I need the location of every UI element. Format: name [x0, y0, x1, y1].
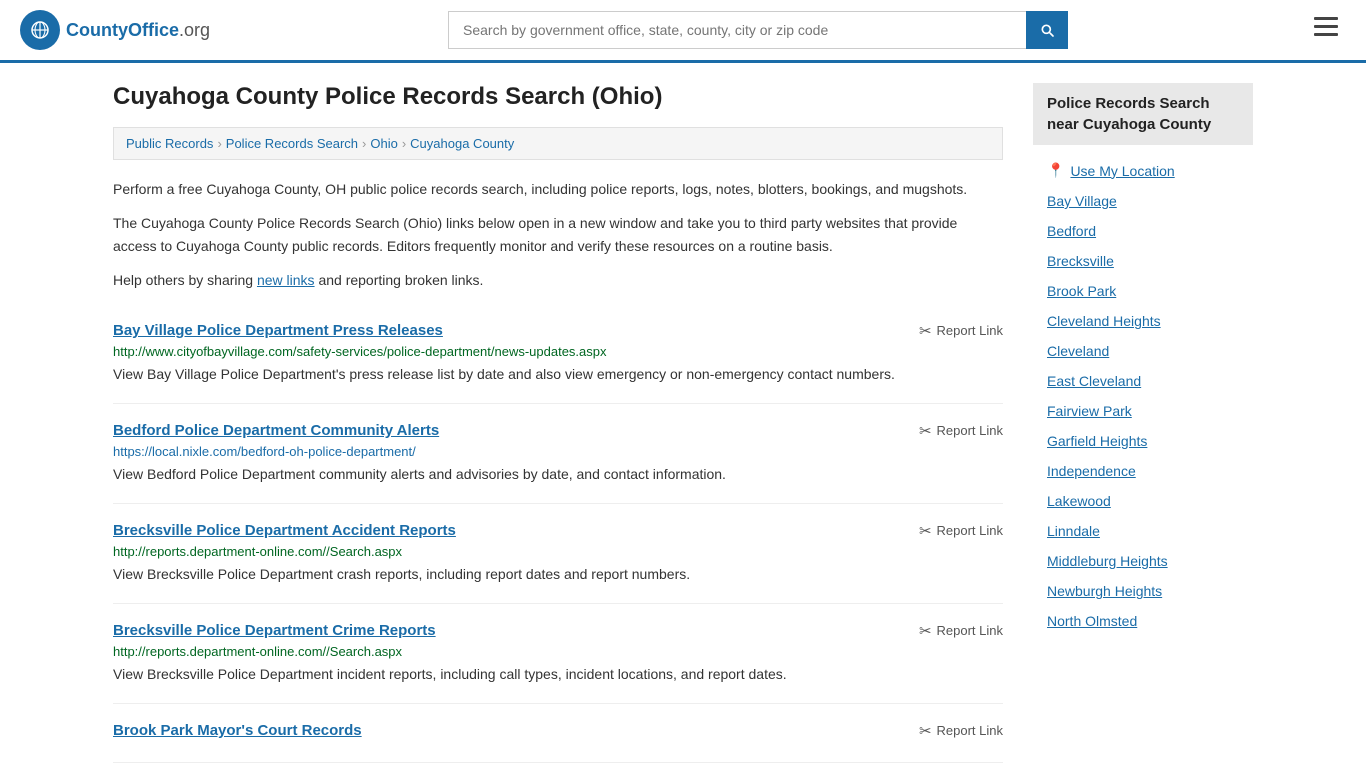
result-header-1: Bay Village Police Department Press Rele…	[113, 322, 1003, 340]
sidebar-item-fairview-park[interactable]: Fairview Park	[1033, 396, 1253, 426]
report-label-2: Report Link	[937, 423, 1003, 438]
result-desc-2: View Bedford Police Department community…	[113, 464, 1003, 485]
description-3: Help others by sharing new links and rep…	[113, 269, 1003, 291]
result-title-4[interactable]: Brecksville Police Department Crime Repo…	[113, 622, 436, 639]
result-title-3[interactable]: Brecksville Police Department Accident R…	[113, 522, 456, 539]
search-icon	[1039, 22, 1055, 38]
sidebar-item-independence[interactable]: Independence	[1033, 456, 1253, 486]
sidebar: Police Records Search near Cuyahoga Coun…	[1033, 83, 1253, 763]
page-title: Cuyahoga County Police Records Search (O…	[113, 83, 1003, 111]
report-icon-5: ✂	[919, 722, 932, 740]
breadcrumb-cuyahoga-county[interactable]: Cuyahoga County	[410, 136, 514, 151]
result-item-4: Brecksville Police Department Crime Repo…	[113, 604, 1003, 704]
sidebar-item-north-olmsted[interactable]: North Olmsted	[1033, 606, 1253, 636]
result-url-3[interactable]: http://reports.department-online.com//Se…	[113, 544, 1003, 559]
report-icon-3: ✂	[919, 522, 932, 540]
breadcrumb: Public Records › Police Records Search ›…	[113, 127, 1003, 160]
sidebar-item-bedford[interactable]: Bedford	[1033, 216, 1253, 246]
result-desc-1: View Bay Village Police Department's pre…	[113, 364, 1003, 385]
report-label-1: Report Link	[937, 323, 1003, 338]
search-input[interactable]	[448, 11, 1026, 49]
result-item-2: Bedford Police Department Community Aler…	[113, 404, 1003, 504]
report-label-3: Report Link	[937, 523, 1003, 538]
report-link-1[interactable]: ✂ Report Link	[919, 322, 1003, 340]
result-desc-4: View Brecksville Police Department incid…	[113, 664, 1003, 685]
sidebar-item-linndale[interactable]: Linndale	[1033, 516, 1253, 546]
report-icon-4: ✂	[919, 622, 932, 640]
sidebar-item-brecksville[interactable]: Brecksville	[1033, 246, 1253, 276]
result-title-5[interactable]: Brook Park Mayor's Court Records	[113, 722, 362, 739]
desc3-suffix: and reporting broken links.	[315, 272, 484, 288]
description-1: Perform a free Cuyahoga County, OH publi…	[113, 178, 1003, 200]
search-area	[448, 11, 1068, 49]
report-link-5[interactable]: ✂ Report Link	[919, 722, 1003, 740]
breadcrumb-sep-3: ›	[402, 136, 406, 151]
logo-suffix: .org	[179, 20, 210, 40]
sidebar-item-brook-park[interactable]: Brook Park	[1033, 276, 1253, 306]
report-link-3[interactable]: ✂ Report Link	[919, 522, 1003, 540]
hamburger-icon	[1314, 17, 1338, 37]
results-list: Bay Village Police Department Press Rele…	[113, 304, 1003, 763]
result-header-3: Brecksville Police Department Accident R…	[113, 522, 1003, 540]
breadcrumb-sep-1: ›	[217, 136, 221, 151]
report-icon-1: ✂	[919, 322, 932, 340]
result-title-1[interactable]: Bay Village Police Department Press Rele…	[113, 322, 443, 339]
result-url-1[interactable]: http://www.cityofbayvillage.com/safety-s…	[113, 344, 1003, 359]
main-content: Cuyahoga County Police Records Search (O…	[113, 83, 1003, 763]
description-2: The Cuyahoga County Police Records Searc…	[113, 212, 1003, 257]
report-link-4[interactable]: ✂ Report Link	[919, 622, 1003, 640]
new-links-link[interactable]: new links	[257, 272, 315, 288]
report-icon-2: ✂	[919, 422, 932, 440]
page-container: Cuyahoga County Police Records Search (O…	[83, 63, 1283, 783]
logo-icon	[20, 10, 60, 50]
result-url-2[interactable]: https://local.nixle.com/bedford-oh-polic…	[113, 444, 1003, 459]
sidebar-item-bay-village[interactable]: Bay Village	[1033, 186, 1253, 216]
sidebar-item-cleveland[interactable]: Cleveland	[1033, 336, 1253, 366]
header: CountyOffice.org	[0, 0, 1366, 63]
result-header-4: Brecksville Police Department Crime Repo…	[113, 622, 1003, 640]
location-pin-icon: 📍	[1047, 162, 1064, 179]
logo-text: CountyOffice.org	[66, 20, 210, 41]
result-url-4[interactable]: http://reports.department-online.com//Se…	[113, 644, 1003, 659]
result-desc-3: View Brecksville Police Department crash…	[113, 564, 1003, 585]
result-item-5: Brook Park Mayor's Court Records ✂ Repor…	[113, 704, 1003, 763]
report-label-5: Report Link	[937, 723, 1003, 738]
desc3-prefix: Help others by sharing	[113, 272, 257, 288]
result-item-1: Bay Village Police Department Press Rele…	[113, 304, 1003, 404]
result-title-2[interactable]: Bedford Police Department Community Aler…	[113, 422, 439, 439]
sidebar-title: Police Records Search near Cuyahoga Coun…	[1033, 83, 1253, 145]
sidebar-item-garfield-heights[interactable]: Garfield Heights	[1033, 426, 1253, 456]
menu-button[interactable]	[1306, 13, 1346, 47]
sidebar-item-newburgh-heights[interactable]: Newburgh Heights	[1033, 576, 1253, 606]
breadcrumb-public-records[interactable]: Public Records	[126, 136, 213, 151]
logo-area: CountyOffice.org	[20, 10, 210, 50]
sidebar-item-lakewood[interactable]: Lakewood	[1033, 486, 1253, 516]
result-header-2: Bedford Police Department Community Aler…	[113, 422, 1003, 440]
report-link-2[interactable]: ✂ Report Link	[919, 422, 1003, 440]
result-item-3: Brecksville Police Department Accident R…	[113, 504, 1003, 604]
breadcrumb-sep-2: ›	[362, 136, 366, 151]
use-my-location-item[interactable]: 📍 Use My Location	[1033, 155, 1253, 186]
sidebar-item-east-cleveland[interactable]: East Cleveland	[1033, 366, 1253, 396]
breadcrumb-ohio[interactable]: Ohio	[370, 136, 397, 151]
sidebar-item-cleveland-heights[interactable]: Cleveland Heights	[1033, 306, 1253, 336]
sidebar-item-middleburg-heights[interactable]: Middleburg Heights	[1033, 546, 1253, 576]
breadcrumb-police-records-search[interactable]: Police Records Search	[226, 136, 358, 151]
result-header-5: Brook Park Mayor's Court Records ✂ Repor…	[113, 722, 1003, 740]
logo-name: CountyOffice	[66, 20, 179, 40]
search-button[interactable]	[1026, 11, 1068, 49]
use-my-location-link[interactable]: Use My Location	[1070, 163, 1174, 179]
report-label-4: Report Link	[937, 623, 1003, 638]
